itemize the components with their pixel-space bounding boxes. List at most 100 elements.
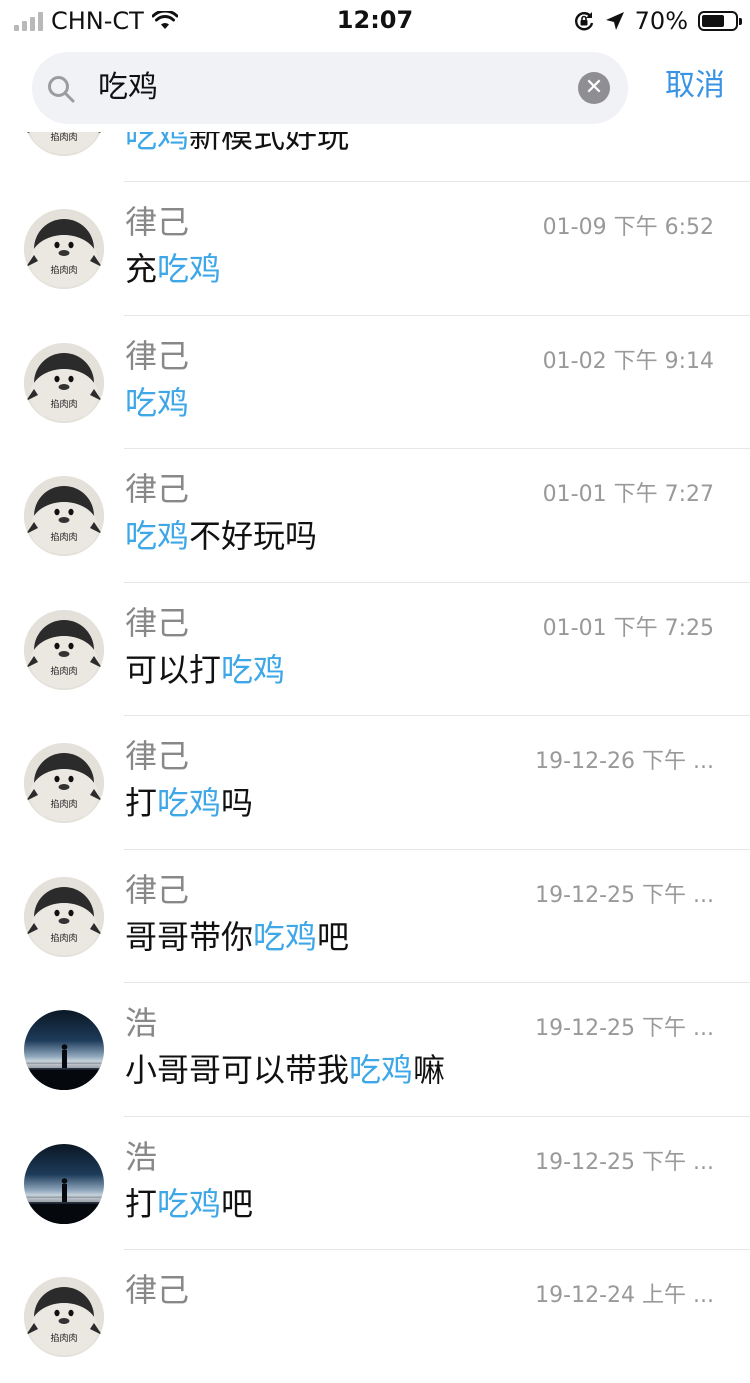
message-snippet: 打吃鸡吧: [125, 1182, 253, 1226]
rotation-lock-icon: [574, 12, 593, 31]
search-icon: [48, 76, 75, 103]
result-row[interactable]: 掐肉肉 律己 19-12-25 下午 ... 哥哥带你吃鸡吧: [0, 848, 750, 983]
silhouette-photo-icon: [24, 1044, 104, 1090]
avatar[interactable]: 掐肉肉: [24, 476, 104, 556]
message-match: 吃鸡: [157, 250, 222, 288]
message-snippet: 吃鸡: [125, 381, 189, 425]
contact-name: 浩: [125, 1137, 158, 1176]
message-match: 吃鸡: [157, 1184, 222, 1223]
message-text-after: 吗: [221, 784, 254, 822]
contact-name: 律己: [125, 603, 190, 642]
message-time: 01-09 下午 6:52: [542, 215, 714, 240]
message-time: 19-12-26 下午 ...: [535, 749, 714, 774]
message-time: 19-12-25 下午 ...: [535, 882, 714, 908]
message-text-after: 吧: [221, 1184, 254, 1223]
message-snippet: 充吃鸡: [125, 247, 221, 291]
message-time: 01-01 下午 7:25: [542, 615, 714, 641]
row-divider: [124, 982, 750, 983]
contact-name: 律己: [125, 470, 190, 508]
carrier-group: CHN-CT: [14, 6, 178, 36]
carrier-label: CHN-CT: [51, 7, 144, 35]
avatar[interactable]: [24, 1010, 104, 1090]
penguin-icon: 掐肉肉: [24, 1277, 104, 1357]
search-query[interactable]: 吃鸡: [98, 70, 158, 106]
avatar[interactable]: 掐肉肉: [24, 743, 104, 823]
search-results-list: 掐肉肉 律己01-09 下午 11:14吃鸡新模式好玩 掐肉肉 律己01-09 …: [0, 48, 750, 1383]
result-row[interactable]: 掐肉肉 律己 19-12-26 下午 ... 打吃鸡吗: [0, 715, 750, 849]
message-text-before: 哥哥带你: [125, 917, 254, 956]
penguin-icon: 掐肉肉: [24, 743, 104, 823]
status-right: 70%: [573, 6, 742, 36]
contact-name: 律己: [125, 1271, 190, 1309]
row-divider: [124, 848, 750, 850]
message-text-after: 嘛: [413, 1051, 446, 1089]
avatar-caption: 掐肉肉: [50, 264, 77, 276]
avatar[interactable]: 掐肉肉: [24, 209, 104, 289]
message-match: 吃鸡: [125, 383, 190, 422]
message-match: 吃鸡: [349, 1051, 414, 1089]
contact-name: 律己: [125, 737, 190, 775]
row-divider: [124, 581, 750, 583]
avatar[interactable]: 掐肉肉: [24, 342, 104, 423]
avatar-caption: 掐肉肉: [50, 665, 77, 677]
row-divider: [124, 1249, 750, 1250]
clear-icon[interactable]: ✕: [578, 72, 610, 104]
avatar-caption: 掐肉肉: [50, 398, 77, 410]
message-text-before: 充: [125, 250, 158, 288]
avatar[interactable]: 掐肉肉: [24, 609, 104, 690]
message-text-before: 打: [125, 1184, 158, 1223]
row-divider: [124, 314, 750, 316]
avatar-caption: 掐肉肉: [50, 932, 77, 944]
avatar[interactable]: 掐肉肉: [24, 1277, 104, 1357]
silhouette-photo-icon: [24, 1177, 104, 1224]
message-match: 吃鸡: [157, 784, 222, 822]
avatar-caption: 掐肉肉: [50, 798, 77, 810]
message-text-after: 不好玩吗: [189, 517, 318, 555]
search-input[interactable]: 吃鸡 ✕: [32, 52, 628, 124]
result-row[interactable]: 浩 19-12-25 下午 ... 打吃鸡吧: [0, 1115, 750, 1250]
location-arrow-icon: [605, 12, 624, 30]
message-time: 19-12-25 下午 ...: [535, 1149, 714, 1175]
contact-name: 律己: [125, 336, 190, 375]
message-time: 19-12-24 上午 ...: [535, 1283, 714, 1308]
battery-percent: 70%: [634, 7, 688, 35]
result-row[interactable]: 掐肉肉 律己 01-01 下午 7:27 吃鸡不好玩吗: [0, 448, 750, 582]
row-divider: [124, 448, 750, 449]
result-row[interactable]: 掐肉肉 律己 01-01 下午 7:25 可以打吃鸡: [0, 581, 750, 716]
avatar-caption: 掐肉肉: [50, 131, 77, 143]
message-time: 19-12-25 下午 ...: [535, 1016, 714, 1041]
message-time: 01-01 下午 7:27: [542, 482, 714, 507]
contact-name: 律己: [125, 203, 190, 241]
contact-name: 浩: [125, 1004, 158, 1042]
avatar[interactable]: 掐肉肉: [24, 876, 104, 957]
avatar-caption: 掐肉肉: [50, 531, 77, 543]
penguin-icon: 掐肉肉: [24, 609, 104, 690]
result-row[interactable]: 掐肉肉 律己 01-02 下午 9:14 吃鸡: [0, 314, 750, 449]
message-text-before: 可以打: [125, 650, 222, 689]
cancel-button[interactable]: 取消: [650, 64, 740, 108]
avatar[interactable]: [24, 1143, 104, 1224]
search-header: 吃鸡 ✕ 取消: [0, 44, 750, 132]
message-text-before: 打: [125, 784, 158, 822]
message-snippet: 打吃鸡吗: [125, 781, 253, 825]
message-match: 吃鸡: [221, 650, 286, 689]
signal-icon: [14, 11, 43, 31]
message-text-after: 吧: [317, 917, 350, 956]
row-divider: [124, 181, 750, 182]
penguin-icon: 掐肉肉: [24, 876, 104, 957]
result-row[interactable]: 浩 19-12-25 下午 ... 小哥哥可以带我吃鸡嘛: [0, 982, 750, 1116]
message-match: 吃鸡: [125, 517, 190, 555]
result-row[interactable]: 掐肉肉 律己 19-12-24 上午 ...: [0, 1249, 750, 1383]
battery-level: [702, 15, 724, 27]
row-divider: [124, 1115, 750, 1117]
penguin-icon: 掐肉肉: [24, 209, 104, 289]
message-time: 01-02 下午 9:14: [542, 348, 714, 374]
penguin-icon: 掐肉肉: [24, 476, 104, 556]
status-bar: CHN-CT 12:07 70%: [0, 0, 750, 44]
message-snippet: 哥哥带你吃鸡吧: [125, 915, 349, 959]
message-snippet: 小哥哥可以带我吃鸡嘛: [125, 1048, 445, 1092]
row-divider: [124, 715, 750, 716]
battery-icon: [698, 11, 742, 31]
wifi-icon: [151, 11, 178, 29]
result-row[interactable]: 掐肉肉 律己 01-09 下午 6:52 充吃鸡: [0, 181, 750, 315]
